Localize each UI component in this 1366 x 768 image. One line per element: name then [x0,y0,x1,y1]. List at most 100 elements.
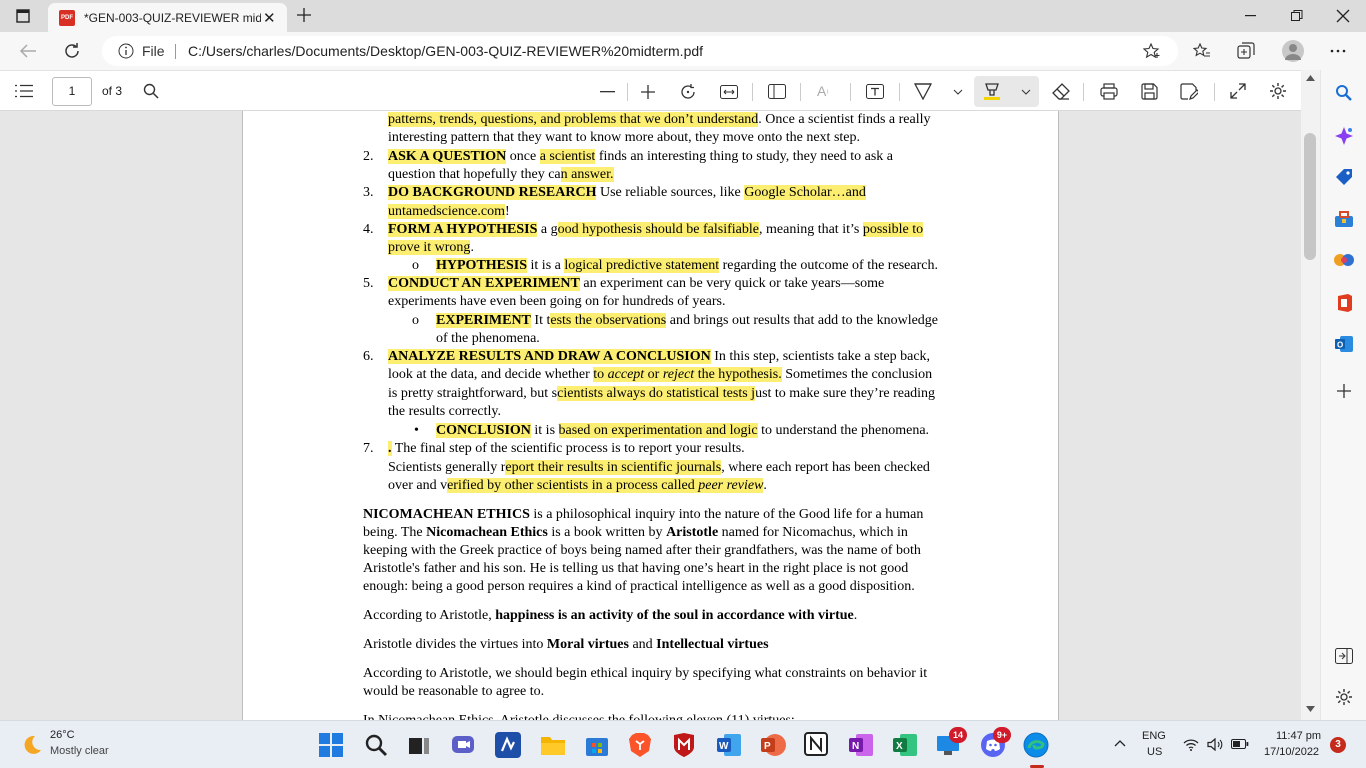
taskbar-search-icon[interactable] [364,733,390,759]
add-favorite-icon[interactable] [1143,43,1161,59]
weather-desc[interactable]: Mostly clear [50,745,109,757]
store-icon[interactable] [584,732,610,758]
text: experiments have even been going on for … [388,294,726,309]
pdf-viewer[interactable]: patterns, trends, questions, and problem… [0,111,1320,720]
fit-to-width-icon[interactable] [720,85,738,99]
clock-date[interactable]: 17/10/2022 [1264,746,1319,758]
word-icon[interactable]: W [716,732,742,758]
notion-icon[interactable] [804,732,830,758]
battery-icon[interactable] [1231,739,1249,749]
scrollbar-thumb[interactable] [1304,133,1316,260]
onenote-icon[interactable]: N [848,732,874,758]
outlook-icon[interactable]: O [1334,335,1354,353]
highlight: possible to [862,222,924,237]
brave-icon[interactable] [628,732,654,758]
url-field[interactable]: File C:/Users/charles/Documents/Desktop/… [102,36,1178,66]
profile-avatar[interactable] [1282,40,1304,62]
text: ust to make sure they’re reading [755,386,936,401]
bullet: o [412,313,419,328]
text: In this step, scientists take a step bac… [710,349,931,364]
clock-time[interactable]: 11:47 pm [1276,730,1321,742]
favorites-icon[interactable] [1193,43,1211,59]
highlight: based on experimentation and logic [558,423,758,438]
find-icon[interactable] [143,83,159,99]
search-icon[interactable] [1335,84,1353,102]
language-indicator[interactable]: ENG [1142,730,1166,742]
info-icon[interactable] [118,43,134,59]
scroll-up-icon[interactable] [1306,75,1315,81]
doc-line: would be reasonable to agree to. [363,684,545,699]
region-indicator[interactable]: US [1147,746,1162,758]
more-menu-icon[interactable] [1330,49,1346,53]
page-view-icon[interactable] [768,84,786,99]
erase-icon[interactable] [1052,83,1070,100]
text: Scientists generally r [388,460,506,475]
save-as-icon[interactable] [1180,83,1198,100]
close-tab-icon[interactable]: ✕ [263,9,276,27]
list-number: 4. [363,222,374,237]
tools-icon[interactable] [1334,210,1354,228]
refresh-icon[interactable] [63,42,81,60]
new-tab-icon[interactable] [296,7,312,23]
discover-icon[interactable] [1334,126,1354,146]
collections-icon[interactable] [1237,42,1255,60]
contents-icon[interactable] [15,84,33,98]
doc-line: of the phenomena. [436,330,540,348]
pdf-page: patterns, trends, questions, and problem… [242,111,1059,720]
svg-text:O: O [1337,341,1343,350]
add-sidebar-app-icon[interactable] [1336,383,1352,399]
settings-gear-icon[interactable] [1269,82,1287,100]
doc-line: FORM A HYPOTHESIS a good hypothesis shou… [388,221,924,239]
sidebar-settings-gear-icon[interactable] [1335,688,1353,706]
read-aloud-icon[interactable]: A⁾ [817,83,829,99]
file-explorer-icon[interactable] [540,733,566,759]
restore-icon[interactable] [1291,10,1303,22]
task-view-icon[interactable] [407,733,433,759]
powerpoint-icon[interactable]: P [760,732,786,758]
print-icon[interactable] [1100,83,1118,100]
tab-actions-icon[interactable] [16,9,30,23]
minimize-icon[interactable] [1245,15,1257,17]
full-screen-icon[interactable] [1230,83,1246,99]
browser-tab[interactable]: PDF *GEN-003-QUIZ-REVIEWER midt ✕ [48,3,287,32]
page-number-input[interactable]: 1 [52,77,92,106]
weather-temp[interactable]: 26°C [50,729,75,741]
volume-icon[interactable] [1207,738,1223,751]
office-icon[interactable] [1335,293,1353,313]
toolbar-separator [850,83,851,101]
shopping-icon[interactable] [1334,168,1354,186]
scroll-down-icon[interactable] [1306,706,1315,712]
app-icon-blue[interactable] [495,732,521,758]
close-window-icon[interactable] [1336,9,1350,23]
back-icon[interactable] [19,43,37,59]
wifi-icon[interactable] [1183,738,1199,751]
draw-dropdown-icon[interactable] [953,89,963,95]
show-hidden-icons[interactable] [1114,739,1126,747]
doc-line: ASK A QUESTION once a scientist finds an… [388,148,893,166]
highlight-button[interactable] [974,76,1039,107]
zoom-out-icon[interactable] [600,91,615,93]
zoom-in-icon[interactable] [640,84,656,100]
chat-icon[interactable] [451,733,477,759]
excel-icon[interactable]: X [892,732,918,758]
url-separator [175,44,176,59]
add-text-icon[interactable] [866,84,884,99]
sidebar-collapse-icon[interactable] [1335,648,1353,664]
notification-badge-9: 9+ [993,727,1011,743]
save-icon[interactable] [1141,83,1158,100]
toolbar-separator [899,83,900,101]
text: finds an interesting thing to study, the… [595,149,894,164]
rotate-icon[interactable] [680,83,698,101]
notification-count-badge[interactable]: 3 [1330,737,1346,753]
url-text[interactable]: C:/Users/charles/Documents/Desktop/GEN-0… [188,43,703,59]
edge-icon[interactable] [1023,732,1049,758]
highlight: logical predictive statement [564,258,720,273]
games-icon[interactable] [1333,252,1355,268]
toolbar-separator [1083,83,1084,101]
doc-line: prove it wrong. [388,239,474,257]
mcafee-icon[interactable] [672,732,698,758]
start-icon[interactable] [319,733,345,759]
draw-icon[interactable] [914,83,932,100]
doc-line: In Nicomachean Ethics, Aristotle discuss… [363,712,795,720]
weather-icon[interactable] [19,732,43,756]
